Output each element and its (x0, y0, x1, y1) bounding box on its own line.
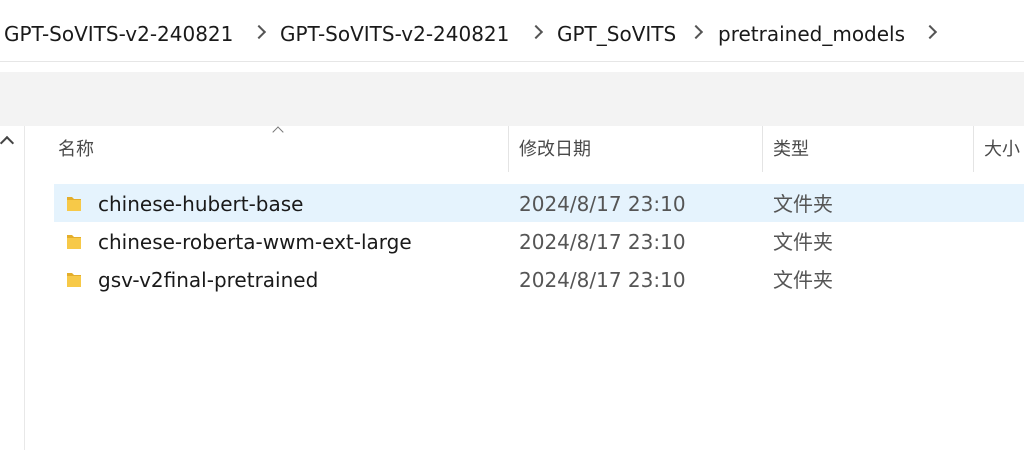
file-type: 文件夹 (773, 230, 833, 254)
file-row-chinese-hubert-base[interactable]: chinese-hubert-base 2024/8/17 23:10 文件夹 (54, 184, 1024, 222)
file-name: chinese-hubert-base (98, 192, 304, 216)
breadcrumb-item-pretrained-models[interactable]: pretrained_models (718, 20, 905, 48)
folder-icon (67, 273, 81, 287)
breadcrumb-chevron-icon[interactable] (688, 24, 704, 40)
folder-icon (67, 197, 81, 211)
file-date: 2024/8/17 23:10 (519, 268, 686, 292)
column-header-date-label: 修改日期 (519, 139, 591, 160)
column-header-type-label: 类型 (773, 139, 809, 160)
file-name: chinese-roberta-wwm-ext-large (98, 230, 412, 254)
column-header-name[interactable]: 名称 (24, 126, 508, 172)
column-header: 名称 修改日期 类型 大小 (24, 126, 1024, 172)
file-date: 2024/8/17 23:10 (519, 230, 686, 254)
command-bar (0, 72, 1024, 126)
sort-ascending-icon (272, 126, 284, 138)
column-header-size[interactable]: 大小 (974, 126, 1024, 172)
file-name: gsv-v2final-pretrained (98, 268, 319, 292)
column-header-type[interactable]: 类型 (763, 126, 973, 172)
breadcrumb-item-root[interactable]: GPT-SoVITS-v2-240821 (4, 20, 233, 48)
column-header-size-label: 大小 (984, 139, 1020, 160)
file-row-chinese-roberta-wwm-ext-large[interactable]: chinese-roberta-wwm-ext-large 2024/8/17 … (54, 222, 1024, 260)
breadcrumb-chevron-icon[interactable] (528, 24, 544, 40)
file-row-gsv-v2final-pretrained[interactable]: gsv-v2final-pretrained 2024/8/17 23:10 文… (54, 260, 1024, 298)
navigation-pane[interactable] (0, 126, 25, 450)
address-bar[interactable]: GPT-SoVITS-v2-240821 GPT-SoVITS-v2-24082… (0, 0, 1024, 62)
breadcrumb-item-subfolder[interactable]: GPT-SoVITS-v2-240821 (280, 20, 509, 48)
file-type: 文件夹 (773, 192, 833, 216)
folder-icon (67, 235, 81, 249)
breadcrumb-chevron-icon[interactable] (922, 24, 938, 40)
file-date: 2024/8/17 23:10 (519, 192, 686, 216)
column-header-date[interactable]: 修改日期 (509, 126, 762, 172)
breadcrumb-item-gpt-sovits[interactable]: GPT_SoVITS (557, 20, 676, 48)
file-type: 文件夹 (773, 268, 833, 292)
breadcrumb-chevron-icon[interactable] (251, 24, 267, 40)
column-header-name-label: 名称 (58, 139, 94, 160)
